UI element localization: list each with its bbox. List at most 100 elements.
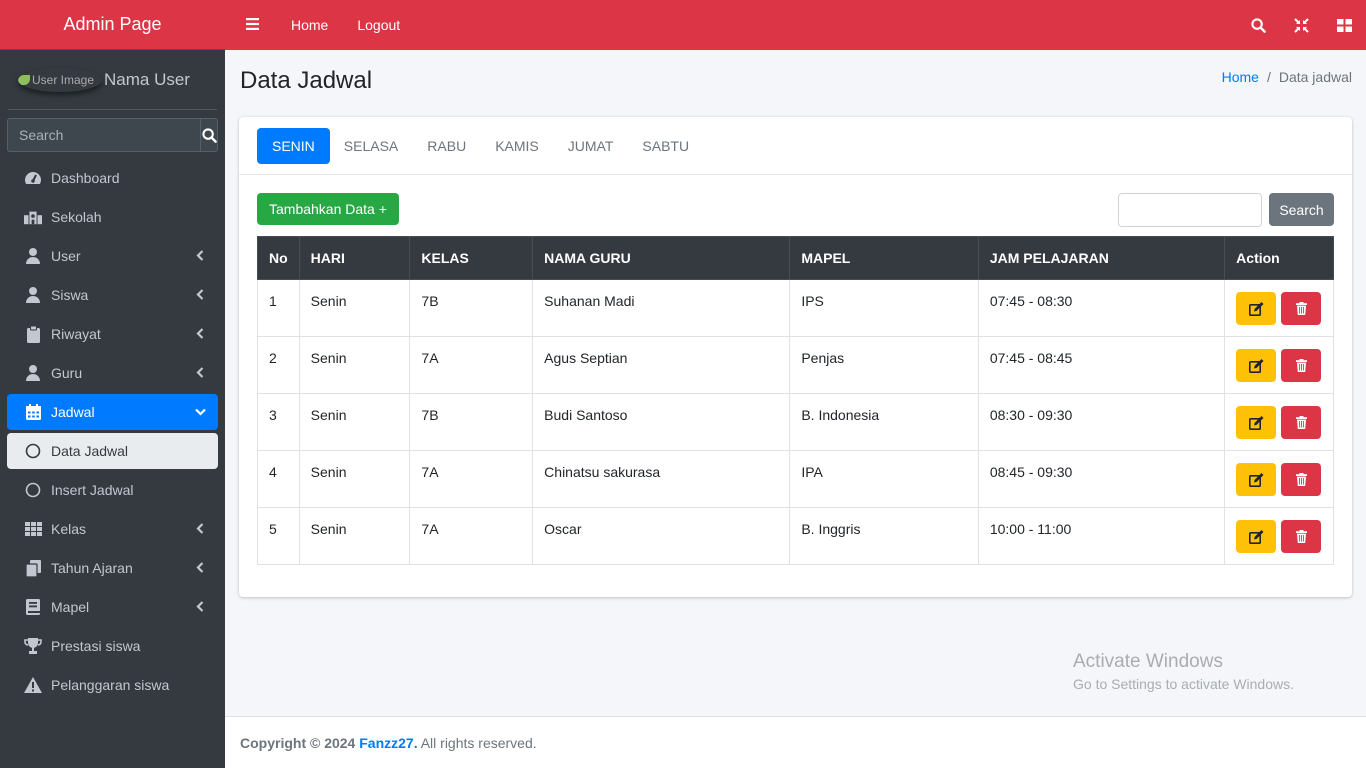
trophy-icon (24, 638, 42, 654)
breadcrumb-home-link[interactable]: Home (1222, 69, 1259, 85)
delete-button[interactable] (1281, 463, 1322, 496)
sidebar-item-pelanggaran-siswa[interactable]: Pelanggaran siswa (7, 667, 218, 703)
cell-kelas: 7A (409, 336, 534, 394)
menu-toggle[interactable] (246, 17, 264, 33)
cell-jam-pelajaran: 08:30 - 09:30 (977, 393, 1226, 451)
table-row: 3 Senin 7B Budi Santoso B. Indonesia 08:… (257, 393, 1334, 451)
cell-action (1224, 279, 1334, 337)
table-row: 4 Senin 7A Chinatsu sakurasa IPA 08:45 -… (257, 450, 1334, 508)
sidebar-item-label: Insert Jadwal (51, 482, 134, 498)
sidebar-item-mapel[interactable]: Mapel (7, 589, 218, 625)
table-row: 1 Senin 7B Suhanan Madi IPS 07:45 - 08:3… (257, 279, 1334, 337)
grid-icon (24, 522, 42, 536)
breadcrumb-separator: / (1266, 69, 1271, 85)
sidebar-item-user[interactable]: User (7, 238, 218, 274)
delete-button[interactable] (1281, 349, 1322, 382)
edit-button[interactable] (1236, 520, 1277, 553)
nav-logout-link[interactable]: Logout (357, 17, 400, 33)
sidebar-item-prestasi-siswa[interactable]: Prestasi siswa (7, 628, 218, 664)
control-sidebar-button[interactable] (1323, 18, 1366, 32)
cell-action (1224, 507, 1334, 565)
user-icon (26, 248, 40, 264)
cell-mapel: IPA (789, 450, 979, 508)
sidebar-item-dashboard[interactable]: Dashboard (7, 160, 218, 196)
sidebar-item-label: Mapel (51, 599, 90, 615)
sidebar-search-input[interactable] (7, 118, 200, 152)
avatar[interactable]: User Image (18, 68, 102, 92)
cell-nama-guru: Budi Santoso (532, 393, 791, 451)
chevron-down-icon (195, 408, 206, 416)
delete-button[interactable] (1281, 406, 1322, 439)
sidebar-item-guru[interactable]: Guru (7, 355, 218, 391)
cell-nama-guru: Agus Septian (532, 336, 791, 394)
compress-icon (1294, 17, 1309, 33)
cell-jam-pelajaran: 07:45 - 08:45 (977, 336, 1226, 394)
avatar-alt-text: User Image (32, 72, 95, 87)
sidebar-item-label: Tahun Ajaran (51, 560, 133, 576)
broken-image-icon (18, 74, 30, 85)
tab-selasa[interactable]: SELASA (329, 128, 413, 164)
fullscreen-button[interactable] (1280, 17, 1323, 33)
table-search-input[interactable] (1118, 193, 1262, 227)
sidebar-item-insert-jadwal[interactable]: Insert Jadwal (7, 472, 218, 508)
chevron-left-icon (196, 250, 204, 261)
cell-nama-guru: Suhanan Madi (532, 279, 791, 337)
tab-rabu[interactable]: RABU (412, 128, 481, 164)
cell-hari: Senin (298, 393, 411, 451)
edit-button[interactable] (1236, 406, 1277, 439)
sidebar-item-riwayat[interactable]: Riwayat (7, 316, 218, 352)
footer-brand-link[interactable]: Fanzz27. (359, 735, 417, 751)
tab-sabtu[interactable]: SABTU (627, 128, 704, 164)
column-header: MAPEL (789, 236, 979, 280)
cell-action (1224, 393, 1334, 451)
table-header-row: No HARI KELAS NAMA GURU MAPEL JAM PELAJA… (257, 236, 1334, 280)
schedule-card: SENIN SELASA RABU KAMIS JUMAT SABTU Tamb… (239, 117, 1352, 597)
column-header: JAM PELAJARAN (977, 236, 1226, 280)
user-panel: User Image Nama User (8, 50, 217, 110)
add-data-button[interactable]: Tambahkan Data + (257, 193, 399, 225)
nav-home-link[interactable]: Home (291, 17, 328, 33)
sidebar-item-sekolah[interactable]: Sekolah (7, 199, 218, 235)
cell-action (1224, 450, 1334, 508)
brand-link[interactable]: Admin Page (0, 0, 225, 50)
user-icon (26, 365, 40, 381)
edit-button[interactable] (1236, 463, 1277, 496)
th-large-icon (1337, 18, 1352, 32)
chevron-left-icon (196, 601, 204, 612)
sidebar-item-jadwal[interactable]: Jadwal (7, 394, 218, 430)
watermark-title: Activate Windows (1073, 651, 1223, 672)
delete-button[interactable] (1281, 520, 1322, 553)
calendar-icon (25, 404, 41, 420)
table-search-button[interactable]: Search (1269, 193, 1334, 226)
sidebar-item-label: Guru (51, 365, 83, 381)
sidebar-item-kelas[interactable]: Kelas (7, 511, 218, 547)
tab-senin[interactable]: SENIN (257, 127, 330, 164)
navbar-search-button[interactable] (1237, 17, 1280, 33)
chevron-left-icon (196, 562, 204, 573)
edit-button[interactable] (1236, 292, 1277, 325)
edit-button[interactable] (1236, 349, 1277, 382)
tab-jumat[interactable]: JUMAT (553, 128, 629, 164)
sidebar-search-button[interactable] (200, 118, 218, 152)
warning-icon (24, 677, 42, 693)
sidebar-item-data-jadwal[interactable]: Data Jadwal (7, 433, 218, 469)
user-name[interactable]: Nama User (104, 70, 190, 90)
school-icon (24, 211, 42, 225)
cell-kelas: 7A (409, 450, 534, 508)
delete-button[interactable] (1281, 292, 1322, 325)
user-icon (26, 287, 40, 303)
watermark-subtitle: Go to Settings to activate Windows. (1073, 676, 1294, 692)
sidebar-item-label: Pelanggaran siswa (51, 677, 170, 693)
sidebar-item-tahun-ajaran[interactable]: Tahun Ajaran (7, 550, 218, 586)
table-row: 2 Senin 7A Agus Septian Penjas 07:45 - 0… (257, 336, 1334, 394)
column-header: NAMA GURU (532, 236, 791, 280)
table-row: 5 Senin 7A Oscar B. Inggris 10:00 - 11:0… (257, 507, 1334, 565)
edit-icon (1248, 472, 1264, 487)
windows-activation-watermark: Activate Windows Go to Settings to activ… (1073, 651, 1294, 692)
chevron-left-icon (196, 367, 204, 378)
breadcrumb: Home / Data jadwal (1222, 69, 1352, 85)
sidebar-item-siswa[interactable]: Siswa (7, 277, 218, 313)
sidebar-item-label: User (51, 248, 81, 264)
search-icon (1251, 17, 1266, 33)
tab-kamis[interactable]: KAMIS (480, 128, 554, 164)
